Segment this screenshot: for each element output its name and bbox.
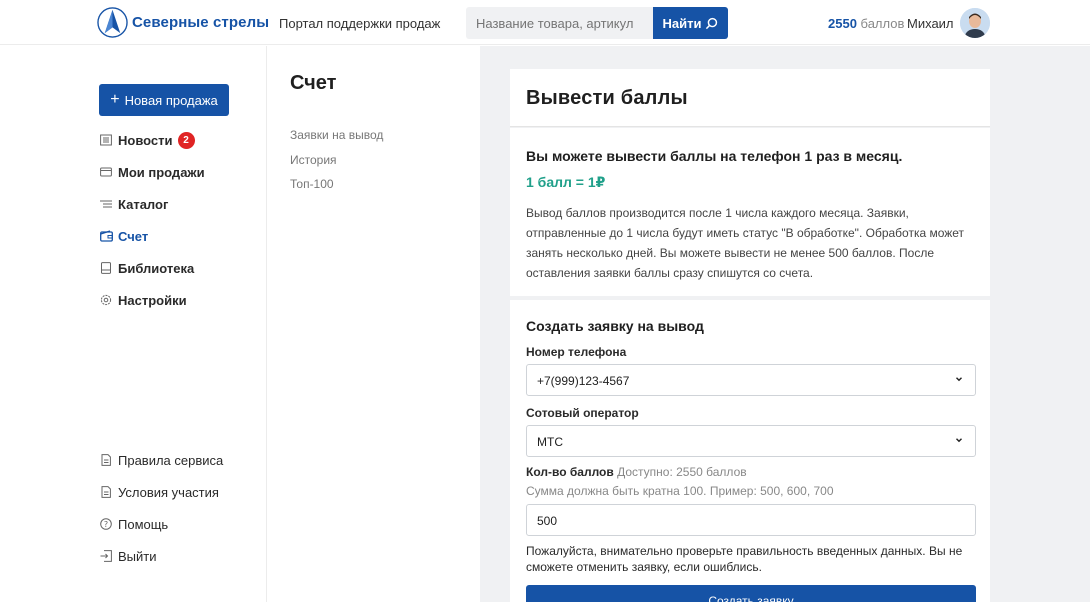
help-icon: ? — [99, 517, 113, 531]
user-name[interactable]: Михаил — [907, 16, 954, 31]
phone-value: +7(999)123-4567 — [537, 374, 630, 388]
amount-label-row: Кол-во баллов Доступно: 2550 баллов — [526, 465, 747, 479]
logo-arrow-icon — [97, 7, 128, 38]
amount-available: Доступно: 2550 баллов — [617, 465, 747, 479]
sidebar-item-participation-terms[interactable]: Условия участия — [99, 483, 219, 501]
subnav-link-top-100[interactable]: Топ-100 — [290, 177, 334, 191]
search-icon — [706, 17, 718, 29]
sidebar: + Новая продажа Новости 2 Мои продажи Ка… — [0, 46, 267, 602]
sidebar-item-service-rules[interactable]: Правила сервиса — [99, 451, 223, 469]
plus-icon: + — [110, 91, 120, 108]
subnav-link-withdraw-requests[interactable]: Заявки на вывод — [290, 128, 383, 142]
wallet-icon — [99, 229, 113, 243]
sidebar-item-label: Мои продажи — [118, 164, 205, 180]
operator-label: Сотовый оператор — [526, 406, 639, 420]
svg-text:?: ? — [104, 520, 108, 529]
subnav-link-history[interactable]: История — [290, 153, 337, 167]
info-title: Вы можете вывести баллы на телефон 1 раз… — [526, 148, 903, 164]
news-count-badge: 2 — [177, 131, 195, 149]
brand-logo[interactable]: Северные стрелы — [97, 7, 269, 38]
sidebar-item-news[interactable]: Новости 2 — [99, 131, 195, 149]
sidebar-item-label: Новости — [118, 132, 173, 148]
points-value: 2550 — [828, 16, 857, 31]
search-button[interactable]: Найти — [653, 7, 728, 39]
sidebar-item-my-sales[interactable]: Мои продажи — [99, 163, 205, 181]
exchange-rate: 1 балл = 1₽ — [526, 174, 606, 190]
list-icon — [99, 197, 113, 211]
operator-value: МТС — [537, 435, 563, 449]
sidebar-item-catalog[interactable]: Каталог — [99, 195, 168, 213]
sidebar-item-library[interactable]: Библиотека — [99, 259, 194, 277]
account-subnav: Счет Заявки на вывод История Топ-100 — [268, 46, 480, 602]
points-balance[interactable]: 2550 баллов — [828, 16, 904, 31]
page-title: Вывести баллы — [526, 87, 688, 109]
withdraw-info-card: Вы можете вывести баллы на телефон 1 раз… — [510, 128, 990, 296]
sidebar-item-settings[interactable]: Настройки — [99, 291, 187, 309]
warning-text: Пожалуйста, внимательно проверьте правил… — [526, 544, 963, 574]
sidebar-item-label: Настройки — [118, 292, 187, 308]
phone-label: Номер телефона — [526, 345, 627, 359]
search-input[interactable] — [466, 7, 653, 39]
amount-hint: Сумма должна быть кратна 100. Пример: 50… — [526, 484, 834, 498]
new-sale-label: Новая продажа — [124, 92, 218, 108]
sidebar-item-help[interactable]: ? Помощь — [99, 515, 168, 533]
sidebar-item-label: Условия участия — [118, 484, 219, 500]
chevron-down-icon — [956, 438, 962, 443]
book-icon — [99, 261, 113, 275]
main-content: Вывести баллы Вы можете вывести баллы на… — [480, 46, 1090, 602]
sidebar-item-label: Помощь — [118, 516, 169, 532]
operator-select[interactable]: МТС — [526, 425, 976, 457]
phone-select[interactable]: +7(999)123-4567 — [526, 364, 976, 396]
sidebar-item-label: Библиотека — [118, 260, 195, 276]
avatar[interactable] — [960, 8, 990, 38]
create-request-label: Создать заявку — [708, 594, 794, 602]
sidebar-item-label: Выйти — [118, 548, 157, 564]
sidebar-item-label: Счет — [118, 228, 149, 244]
amount-input[interactable]: 500 — [526, 504, 976, 536]
form-title: Создать заявку на вывод — [526, 318, 704, 334]
logout-icon — [99, 549, 113, 563]
info-description: Вывод баллов производится после 1 числа … — [526, 206, 965, 280]
points-label: баллов — [860, 16, 905, 31]
document-icon — [99, 453, 113, 467]
withdraw-header-card: Вывести баллы — [510, 69, 990, 127]
create-request-button[interactable]: Создать заявку — [526, 585, 976, 602]
card-icon — [99, 165, 113, 179]
gear-icon — [99, 293, 113, 307]
avatar-photo — [960, 8, 990, 38]
sidebar-item-account[interactable]: Счет — [99, 227, 148, 245]
chevron-down-icon — [956, 377, 962, 382]
new-sale-button[interactable]: + Новая продажа — [99, 84, 229, 116]
top-header: Северные стрелы Портал поддержки продаж … — [0, 0, 1090, 45]
subnav-title: Счет — [290, 72, 337, 94]
brand-name: Северные стрелы — [132, 14, 270, 31]
newspaper-icon — [99, 133, 113, 147]
document-icon — [99, 485, 113, 499]
amount-label: Кол-во баллов — [526, 465, 614, 479]
search-button-label: Найти — [662, 15, 702, 31]
sidebar-item-label: Каталог — [118, 196, 169, 212]
amount-value: 500 — [537, 514, 558, 528]
sidebar-item-logout[interactable]: Выйти — [99, 547, 157, 565]
portal-tagline: Портал поддержки продаж — [279, 16, 441, 31]
withdraw-form-card: Создать заявку на вывод Номер телефона +… — [510, 300, 990, 602]
sidebar-item-label: Правила сервиса — [118, 452, 224, 468]
